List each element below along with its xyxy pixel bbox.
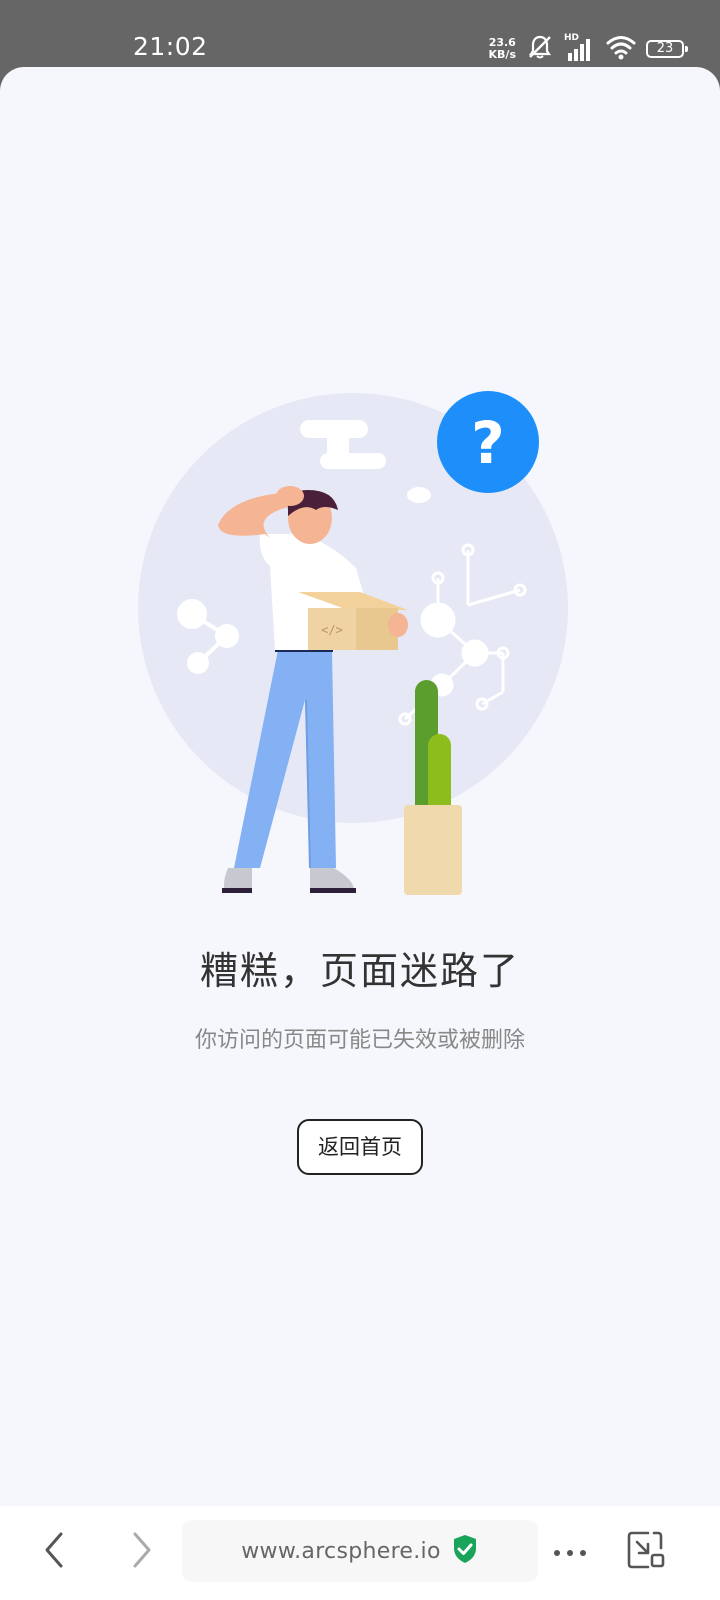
question-mark-icon: ?	[471, 409, 505, 477]
url-text: www.arcsphere.io	[241, 1538, 441, 1564]
chevron-left-icon	[39, 1530, 69, 1574]
page-title: 糟糕，页面迷路了	[199, 949, 520, 993]
back-button[interactable]	[24, 1522, 84, 1582]
cellular-signal-icon: HD	[564, 33, 596, 63]
wifi-icon	[606, 34, 636, 64]
chevron-right-icon	[127, 1530, 157, 1574]
page-description: 你访问的页面可能已失效或被删除	[194, 1028, 525, 1053]
browser-bottom-bar: www.arcsphere.io	[0, 1506, 720, 1600]
forward-button[interactable]	[112, 1522, 172, 1582]
battery-level: 23	[656, 41, 674, 56]
status-time: 21:02	[133, 32, 208, 61]
picture-in-picture-button[interactable]	[616, 1522, 676, 1582]
network-speed-unit: KB/s	[488, 48, 516, 61]
box-code-icon: </>	[321, 623, 343, 637]
minimize-window-icon	[626, 1530, 666, 1574]
more-horizontal-icon	[552, 1543, 588, 1562]
battery-indicator: 23	[646, 40, 688, 58]
network-speed: 23.6 KB/s	[489, 37, 516, 61]
lost-page-illustration: ? </>	[138, 391, 568, 895]
more-menu-button[interactable]	[540, 1522, 600, 1582]
return-home-button[interactable]: 返回首页	[297, 1119, 423, 1175]
shield-check-icon	[451, 1533, 479, 1569]
status-icons: 23.6 KB/s HD 23	[489, 33, 688, 65]
bell-muted-icon	[526, 33, 554, 65]
address-bar[interactable]: www.arcsphere.io	[182, 1520, 538, 1582]
